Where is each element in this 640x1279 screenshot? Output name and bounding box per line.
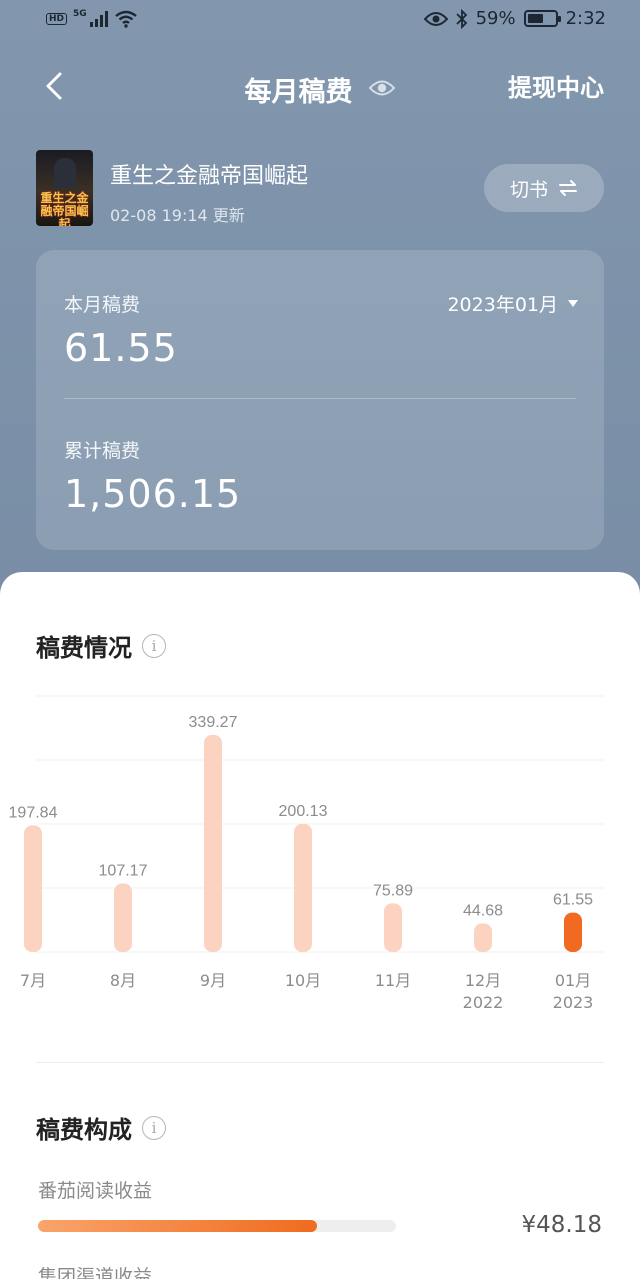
earnings-bar-chart: 197.84 7月 107.17 8月 339.27 9月 200.13 10月 75.89 11… — [0, 672, 640, 1012]
page-title: 每月稿费 — [244, 77, 353, 108]
network-type: 5G — [73, 9, 87, 19]
month-selector[interactable]: 2023年01月 — [447, 290, 578, 317]
section-divider — [36, 1062, 604, 1063]
hd-badge: HD — [46, 13, 68, 25]
month-selector-value: 2023年01月 — [447, 294, 558, 316]
clock: 2:32 — [565, 8, 606, 29]
eye-icon — [423, 11, 448, 26]
bluetooth-icon — [455, 8, 467, 29]
chart-category-label: 7月 — [20, 971, 46, 990]
chart-value-label: 44.68 — [463, 902, 503, 919]
chart-value-label: 197.84 — [9, 804, 58, 821]
chart-category-label: 2023 — [553, 993, 594, 1012]
switch-book-button[interactable]: 切书 — [484, 164, 604, 212]
chart-value-label: 75.89 — [373, 882, 413, 899]
chart-category-label: 2022 — [463, 993, 504, 1012]
visibility-eye-icon[interactable] — [368, 78, 396, 102]
battery-fill — [527, 14, 543, 23]
details-sheet: 稿费情况 i 197.84 7月 107.17 8月 339.27 9月 200.13 10月… — [0, 572, 640, 1279]
composition-progress-fill — [38, 1220, 318, 1232]
chart-category-label: 11月 — [375, 971, 411, 990]
status-bar: HD 5G 59% 2:32 — [0, 0, 640, 44]
earnings-chart-title: 稿费情况 — [36, 634, 132, 662]
wifi-icon — [114, 10, 137, 28]
chart-category-label: 9月 — [200, 971, 226, 990]
book-row: 重生之金融帝国崛起 重生之金融帝国崛起 02-08 19:14 更新 切书 — [36, 150, 604, 228]
status-right: 59% 2:32 — [423, 8, 606, 29]
chart-svg: 197.84 7月 107.17 8月 339.27 9月 200.13 10月 75.89 11… — [9, 695, 604, 1012]
chart-bar[interactable] — [294, 823, 312, 952]
battery-icon — [523, 10, 561, 27]
header: 每月稿费 提现中心 — [0, 58, 640, 114]
info-icon[interactable]: i — [142, 633, 166, 658]
cover-figure — [54, 158, 76, 188]
earnings-card: 本月稿费 2023年01月 61.55 累计稿费 1,506.15 — [36, 250, 604, 550]
chart-bar[interactable] — [474, 923, 492, 952]
earnings-composition-heading: 稿费构成 i — [36, 1110, 166, 1145]
chart-value-label: 200.13 — [279, 803, 328, 820]
withdraw-center-link[interactable]: 提现中心 — [508, 68, 604, 103]
chart-category-label: 01月 — [555, 971, 591, 990]
earnings-composition-title: 稿费构成 — [36, 1116, 132, 1144]
monthly-earnings-label: 本月稿费 — [64, 294, 141, 316]
chart-bar[interactable] — [384, 903, 402, 952]
cover-title-art: 重生之金融帝国崛起 — [40, 191, 89, 227]
composition-progress-track — [38, 1220, 396, 1232]
chart-bar[interactable] — [24, 825, 42, 952]
chart-category-label: 8月 — [110, 971, 136, 990]
switch-book-label: 切书 — [509, 178, 548, 201]
chart-bar[interactable] — [114, 883, 132, 952]
signal-icon — [89, 11, 108, 27]
caret-down-icon — [568, 300, 578, 307]
chart-category-label: 12月 — [465, 971, 501, 990]
chart-bar[interactable] — [564, 912, 582, 952]
composition-item-label: 番茄阅读收益 — [38, 1180, 153, 1202]
earnings-chart-heading: 稿费情况 i — [36, 628, 166, 663]
book-updated-time: 02-08 19:14 更新 — [110, 206, 245, 225]
chart-value-label: 61.55 — [553, 892, 593, 909]
chart-value-label: 107.17 — [99, 862, 148, 879]
total-earnings-value: 1,506.15 — [64, 472, 242, 516]
composition-item-label: 集团渠道收益 — [38, 1266, 153, 1279]
swap-arrows-icon — [559, 180, 577, 196]
book-title: 重生之金融帝国崛起 — [110, 164, 309, 189]
monthly-earnings-value: 61.55 — [64, 326, 178, 370]
book-cover[interactable]: 重生之金融帝国崛起 — [36, 150, 93, 226]
composition-item-value: ¥48.18 — [521, 1212, 602, 1238]
chart-category-label: 10月 — [285, 971, 321, 990]
chart-bar[interactable] — [204, 734, 222, 952]
info-icon[interactable]: i — [142, 1115, 166, 1140]
total-earnings-label: 累计稿费 — [64, 440, 141, 462]
status-left: HD 5G — [46, 9, 137, 28]
card-divider — [64, 398, 576, 399]
battery-percent: 59% — [475, 8, 516, 29]
chart-value-label: 339.27 — [189, 714, 238, 731]
